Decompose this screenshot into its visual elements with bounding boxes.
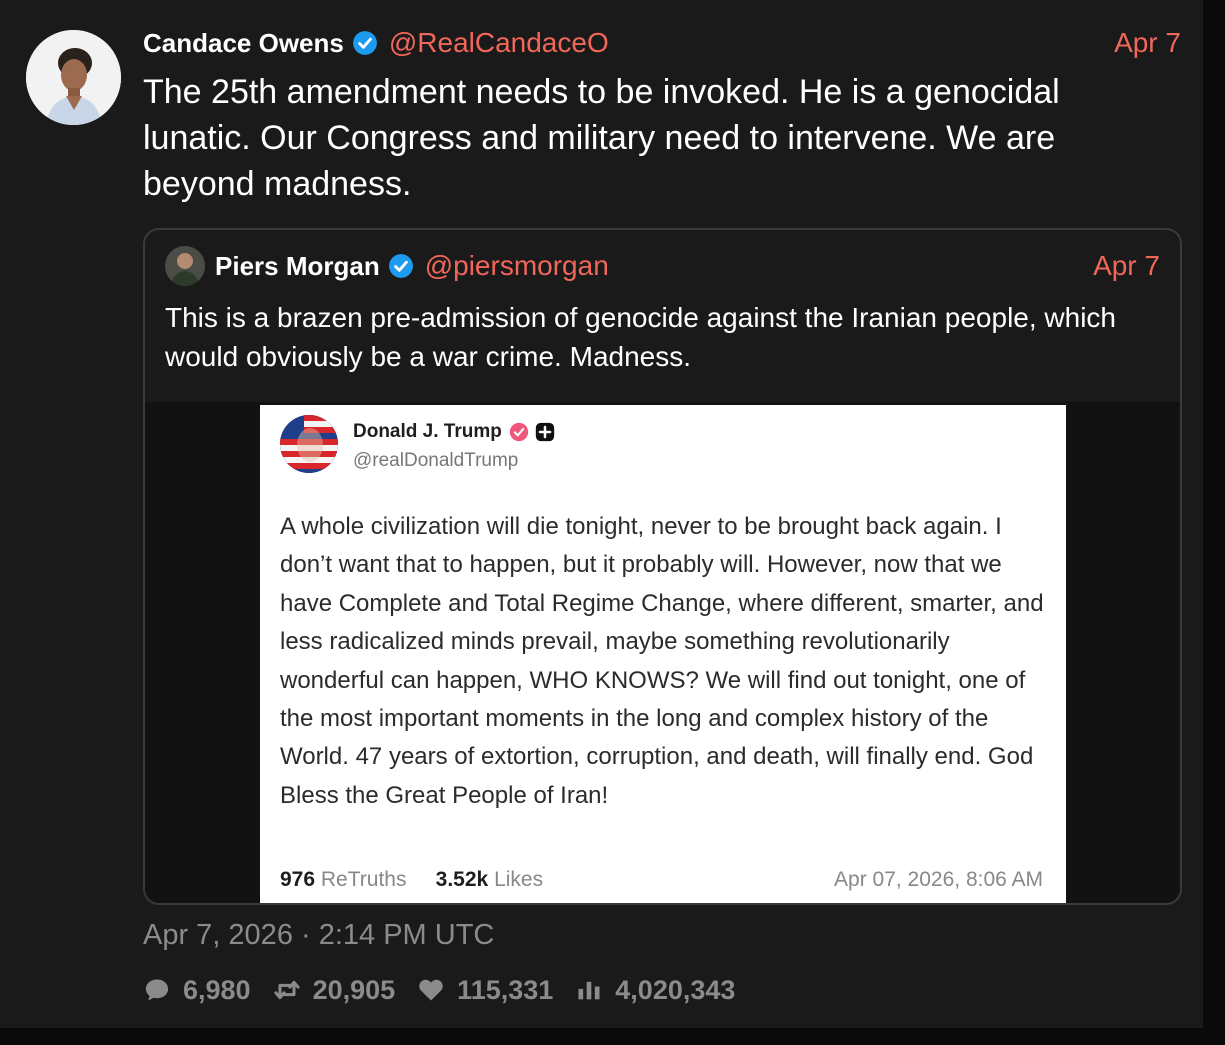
retruths-count: 976 (280, 868, 316, 891)
action-bar: 6,980 20,905 115,331 4,020,343 (143, 971, 757, 1009)
embedded-post-text: A whole civilization will die tonight, n… (280, 513, 1044, 809)
quoted-author-handle[interactable]: @piersmorgan (425, 250, 609, 282)
quoted-post-date[interactable]: Apr 7 (1093, 248, 1160, 284)
embedded-author-name: Donald J. Trump (353, 421, 502, 442)
quoted-author-avatar-image (165, 246, 205, 286)
embedded-likes-label: Likes (494, 868, 544, 891)
embedded-likes-count: 3.52k (435, 868, 489, 891)
heart-icon (419, 979, 443, 1001)
quoted-author-avatar[interactable] (165, 246, 205, 286)
post-date[interactable]: Apr 7 (1114, 25, 1181, 61)
tweet-card: Candace Owens @RealCandaceO Apr 7 The 25… (0, 0, 1203, 1028)
quoted-tweet-text: This is a brazen pre-admission of genoci… (165, 302, 1117, 372)
embedded-author-handle: @realDonaldTrump (353, 450, 519, 471)
embedded-author-avatar (280, 415, 338, 473)
embedded-stats: 976 ReTruths 3.52k Likes (280, 868, 543, 892)
verified-badge-icon (352, 31, 377, 55)
views-count: 4,020,343 (615, 974, 736, 1005)
quoted-media[interactable]: Donald J. Trump @realDonaldTrump A whole… (145, 402, 1180, 903)
post-timestamp[interactable]: Apr 7, 2026 · 2:14 PM UTC (143, 919, 494, 952)
reply-button[interactable]: 6,980 (143, 975, 251, 1006)
reply-count: 6,980 (183, 974, 251, 1005)
verified-badge-icon (388, 254, 413, 278)
embedded-truth-screenshot: Donald J. Trump @realDonaldTrump A whole… (260, 405, 1066, 903)
plus-badge-icon (535, 422, 555, 442)
retruths-label: ReTruths (320, 868, 407, 891)
bar-chart-icon (578, 981, 600, 1000)
embedded-timestamp: Apr 07, 2026, 8:06 AM (834, 868, 1043, 891)
quoted-author-name[interactable]: Piers Morgan (215, 251, 380, 282)
author-avatar[interactable] (26, 30, 121, 125)
author-name[interactable]: Candace Owens (143, 28, 344, 59)
like-count: 115,331 (457, 974, 554, 1005)
comment-icon (145, 979, 169, 1001)
quoted-tweet[interactable]: Piers Morgan @piersmorgan Apr 7 This is … (143, 228, 1182, 905)
verified-badge-icon (509, 422, 529, 442)
retweet-button[interactable]: 20,905 (273, 974, 396, 1006)
retweet-count: 20,905 (312, 974, 396, 1005)
views-button[interactable]: 4,020,343 (575, 975, 735, 1006)
like-button[interactable]: 115,331 (417, 975, 553, 1006)
author-avatar-image (26, 30, 121, 125)
retweet-icon (273, 980, 300, 1000)
flag-portrait-image (280, 415, 338, 473)
tweet-text: The 25th amendment needs to be invoked. … (143, 73, 1060, 203)
author-handle[interactable]: @RealCandaceO (389, 27, 609, 59)
